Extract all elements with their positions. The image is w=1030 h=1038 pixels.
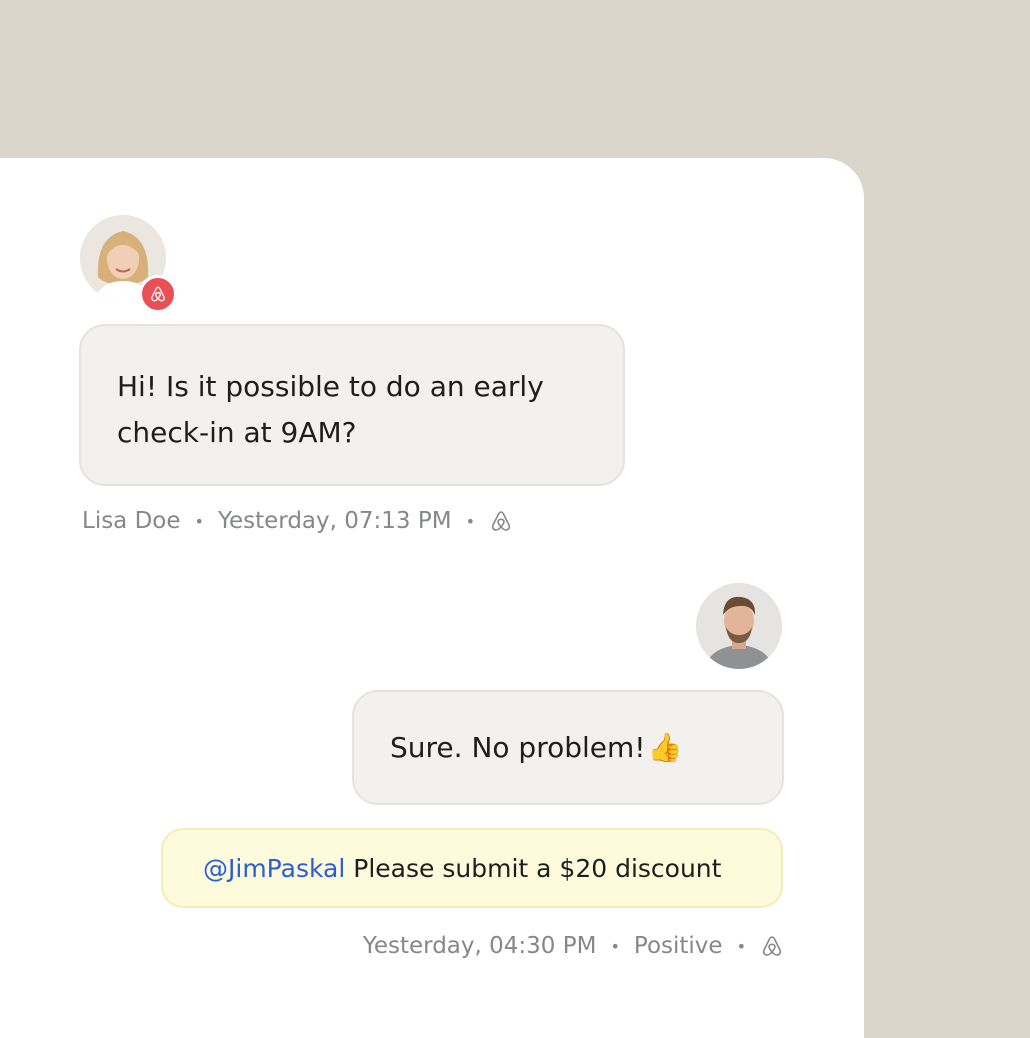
mention-link[interactable]: @JimPaskal	[203, 854, 345, 883]
outgoing-message-bubble: Sure. No problem! 👍	[352, 690, 784, 805]
airbnb-badge	[139, 275, 177, 313]
outgoing-message-text: Sure. No problem!	[390, 731, 646, 764]
separator-dot: •	[194, 511, 204, 531]
separator-dot: •	[465, 511, 475, 531]
airbnb-icon	[489, 509, 513, 533]
avatar-jim-image	[696, 583, 782, 669]
incoming-message-bubble: Hi! Is it possible to do an early check-…	[79, 324, 625, 486]
outgoing-meta: Yesterday, 04:30 PM • Positive •	[363, 933, 784, 959]
sender-name: Lisa Doe	[82, 508, 181, 534]
incoming-message-line2: check-in at 9AM?	[117, 416, 357, 449]
thumbs-up-emoji: 👍	[647, 731, 683, 764]
avatar-jim[interactable]	[696, 583, 782, 669]
incoming-meta: Lisa Doe • Yesterday, 07:13 PM •	[82, 508, 513, 534]
sentiment-label: Positive	[633, 933, 723, 959]
airbnb-icon	[151, 286, 165, 302]
incoming-message-line1: Hi! Is it possible to do an early	[117, 370, 544, 403]
note-text: Please submit a $20 discount	[353, 853, 722, 883]
separator-dot: •	[610, 936, 620, 956]
incoming-timestamp: Yesterday, 07:13 PM	[217, 508, 452, 534]
airbnb-icon	[760, 934, 784, 958]
separator-dot: •	[736, 936, 746, 956]
outgoing-timestamp: Yesterday, 04:30 PM	[362, 933, 597, 959]
internal-note: @JimPaskal Please submit a $20 discount	[161, 828, 783, 908]
